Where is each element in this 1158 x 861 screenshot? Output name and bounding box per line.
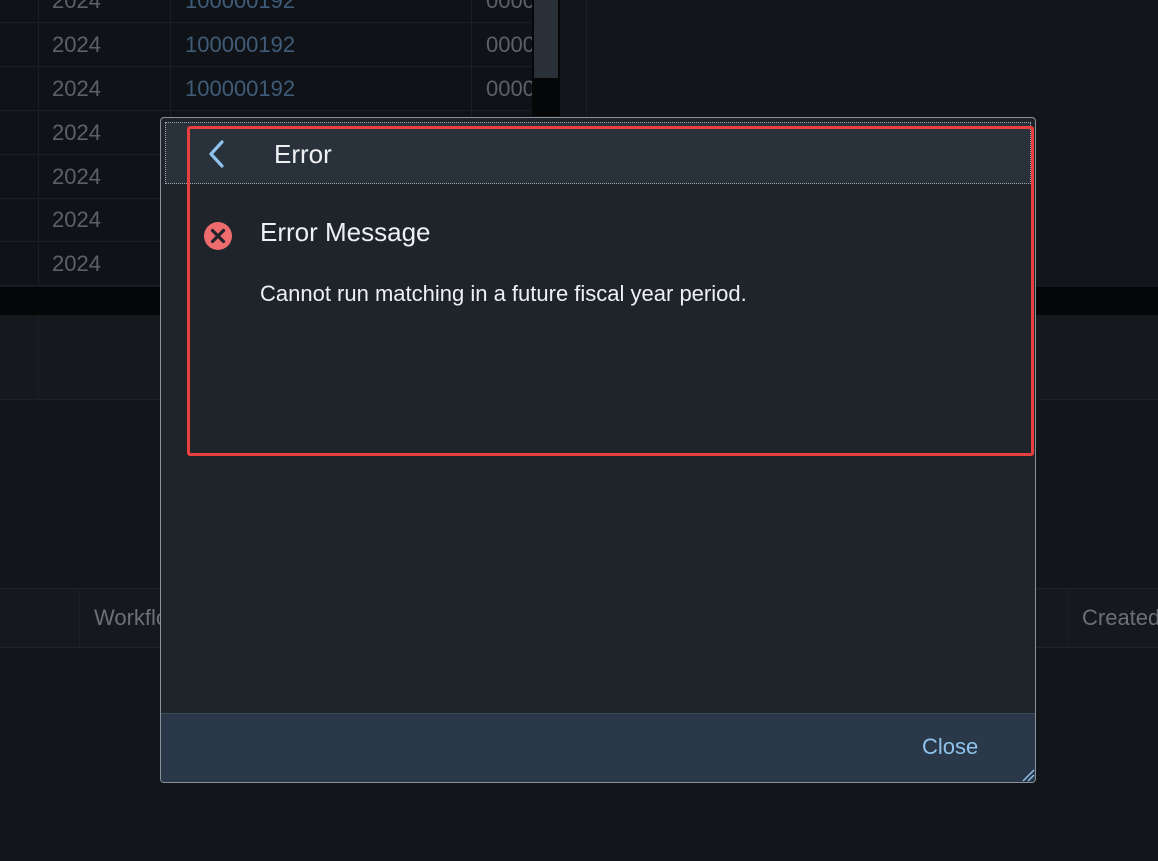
column-header-workflow[interactable]: Workflow [94,605,160,631]
table-row[interactable]: 2024 100000192 0000 [0,22,560,67]
back-button[interactable] [204,139,232,169]
chevron-left-icon [209,140,224,168]
table-row[interactable]: 2024 100000192 0000 [0,0,560,23]
fiscal-year-cell: 2024 [52,32,101,57]
item-cell: 0000 [486,32,532,57]
resize-grip-icon[interactable] [1021,768,1035,782]
fiscal-year-cell: 2024 [52,120,101,145]
document-link[interactable]: 100000192 [185,32,295,58]
column-divider [586,0,587,116]
message-text: Cannot run matching in a future fiscal y… [260,281,747,306]
fiscal-year-cell: 2024 [52,0,101,13]
document-link[interactable]: 100000192 [185,76,295,102]
column-divider [38,0,39,286]
fiscal-year-cell: 2024 [52,207,101,232]
error-circle-icon [204,222,232,250]
column-divider [79,589,80,647]
dialog-header: Error [165,122,1031,184]
close-button[interactable]: Close [922,734,978,760]
column-header-created[interactable]: Created [1082,605,1158,631]
column-divider [38,315,39,399]
document-link[interactable]: 100000192 [185,0,295,14]
item-cell: 0000 [486,0,532,13]
fiscal-year-cell: 2024 [52,164,101,189]
dialog-footer: Close [161,713,1035,782]
dialog-title: Error [274,139,332,169]
item-cell: 0000 [486,76,532,101]
table-row[interactable]: 2024 100000192 0000 [0,66,560,111]
error-dialog: Error Error Message Cannot run matching … [160,117,1036,783]
fiscal-year-cell: 2024 [52,76,101,101]
message-title: Error Message [260,217,431,247]
column-divider [1068,589,1069,647]
fiscal-year-cell: 2024 [52,251,101,276]
scrollbar-thumb[interactable] [534,0,558,78]
